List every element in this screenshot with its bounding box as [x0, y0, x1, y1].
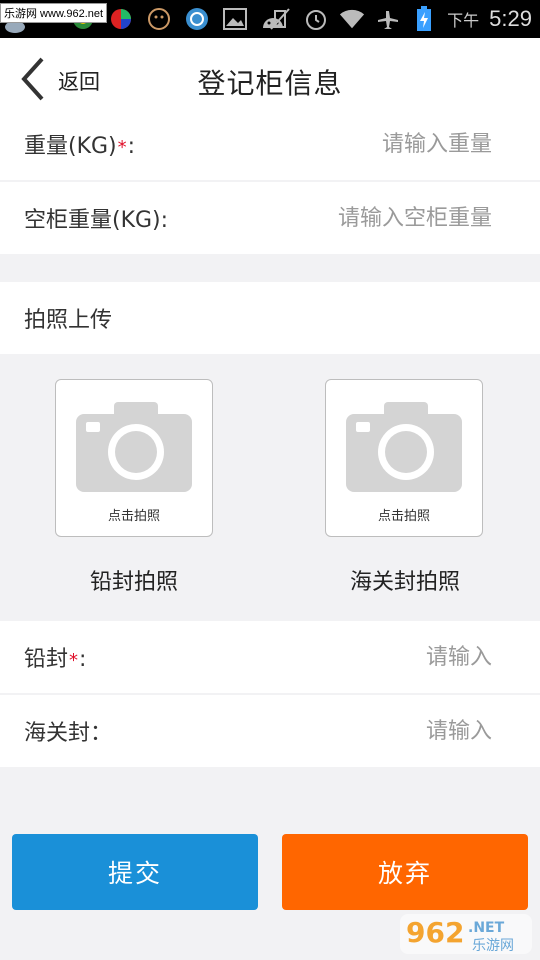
- nav-shadow-mask: [0, 108, 540, 124]
- required-marker: *: [69, 650, 79, 671]
- seal-label: 铅封*:: [24, 647, 87, 672]
- customs-seal-photo-caption: 海关封拍照: [349, 570, 460, 595]
- mute-icon: [267, 6, 293, 32]
- tap-to-photo-label: 点击拍照: [377, 509, 430, 524]
- battery-charging-icon: [411, 6, 437, 32]
- browser-icon: [184, 6, 210, 32]
- smiley-icon: [146, 6, 172, 32]
- seal-photo-caption: 铅封拍照: [89, 570, 178, 595]
- empty-weight-input[interactable]: [168, 205, 492, 231]
- alarm-icon: [303, 6, 329, 32]
- logo-number: 962: [406, 916, 464, 949]
- customs-seal-photo-button[interactable]: 点击拍照: [325, 379, 483, 537]
- logo-suffix: .NET: [468, 920, 505, 936]
- seal-photo-button[interactable]: 点击拍照: [55, 379, 213, 537]
- empty-weight-label: 空柜重量(KG):: [24, 208, 169, 233]
- airplane-icon: [375, 6, 401, 32]
- time-period: 下午: [447, 11, 480, 30]
- logo-name: 乐游网: [472, 938, 514, 954]
- customs-seal-label: 海关封：: [24, 721, 113, 746]
- clock: 5:29: [489, 6, 532, 31]
- image-icon: [222, 6, 248, 32]
- weight-input[interactable]: [135, 131, 492, 157]
- photo-upload-heading: 拍照上传: [0, 282, 540, 354]
- seal-row: 铅封*:: [0, 621, 540, 693]
- system-status: 下午 5:29: [267, 0, 532, 38]
- abandon-button[interactable]: 放弃: [282, 834, 528, 910]
- wifi-icon: [339, 6, 365, 32]
- page-title: 登记柜信息: [197, 67, 343, 100]
- required-marker: *: [117, 137, 127, 158]
- camera-icon: [76, 402, 192, 492]
- submit-button[interactable]: 提交: [12, 834, 258, 910]
- weight-label: 重量(KG)*:: [24, 134, 136, 159]
- seal-input[interactable]: [86, 644, 492, 670]
- color-ball-icon: [108, 6, 134, 32]
- status-bar: 乐游网 www.962.net 下午 5:29: [0, 0, 540, 38]
- camera-icon: [346, 402, 462, 492]
- customs-seal-input[interactable]: [112, 718, 492, 744]
- customs-seal-row: 海关封：: [0, 695, 540, 767]
- site-watermark-logo: 962 .NET 乐游网: [398, 908, 534, 956]
- watermark-tag: 乐游网 www.962.net: [0, 3, 108, 23]
- tap-to-photo-label: 点击拍照: [107, 509, 160, 524]
- empty-weight-row: 空柜重量(KG):: [0, 182, 540, 254]
